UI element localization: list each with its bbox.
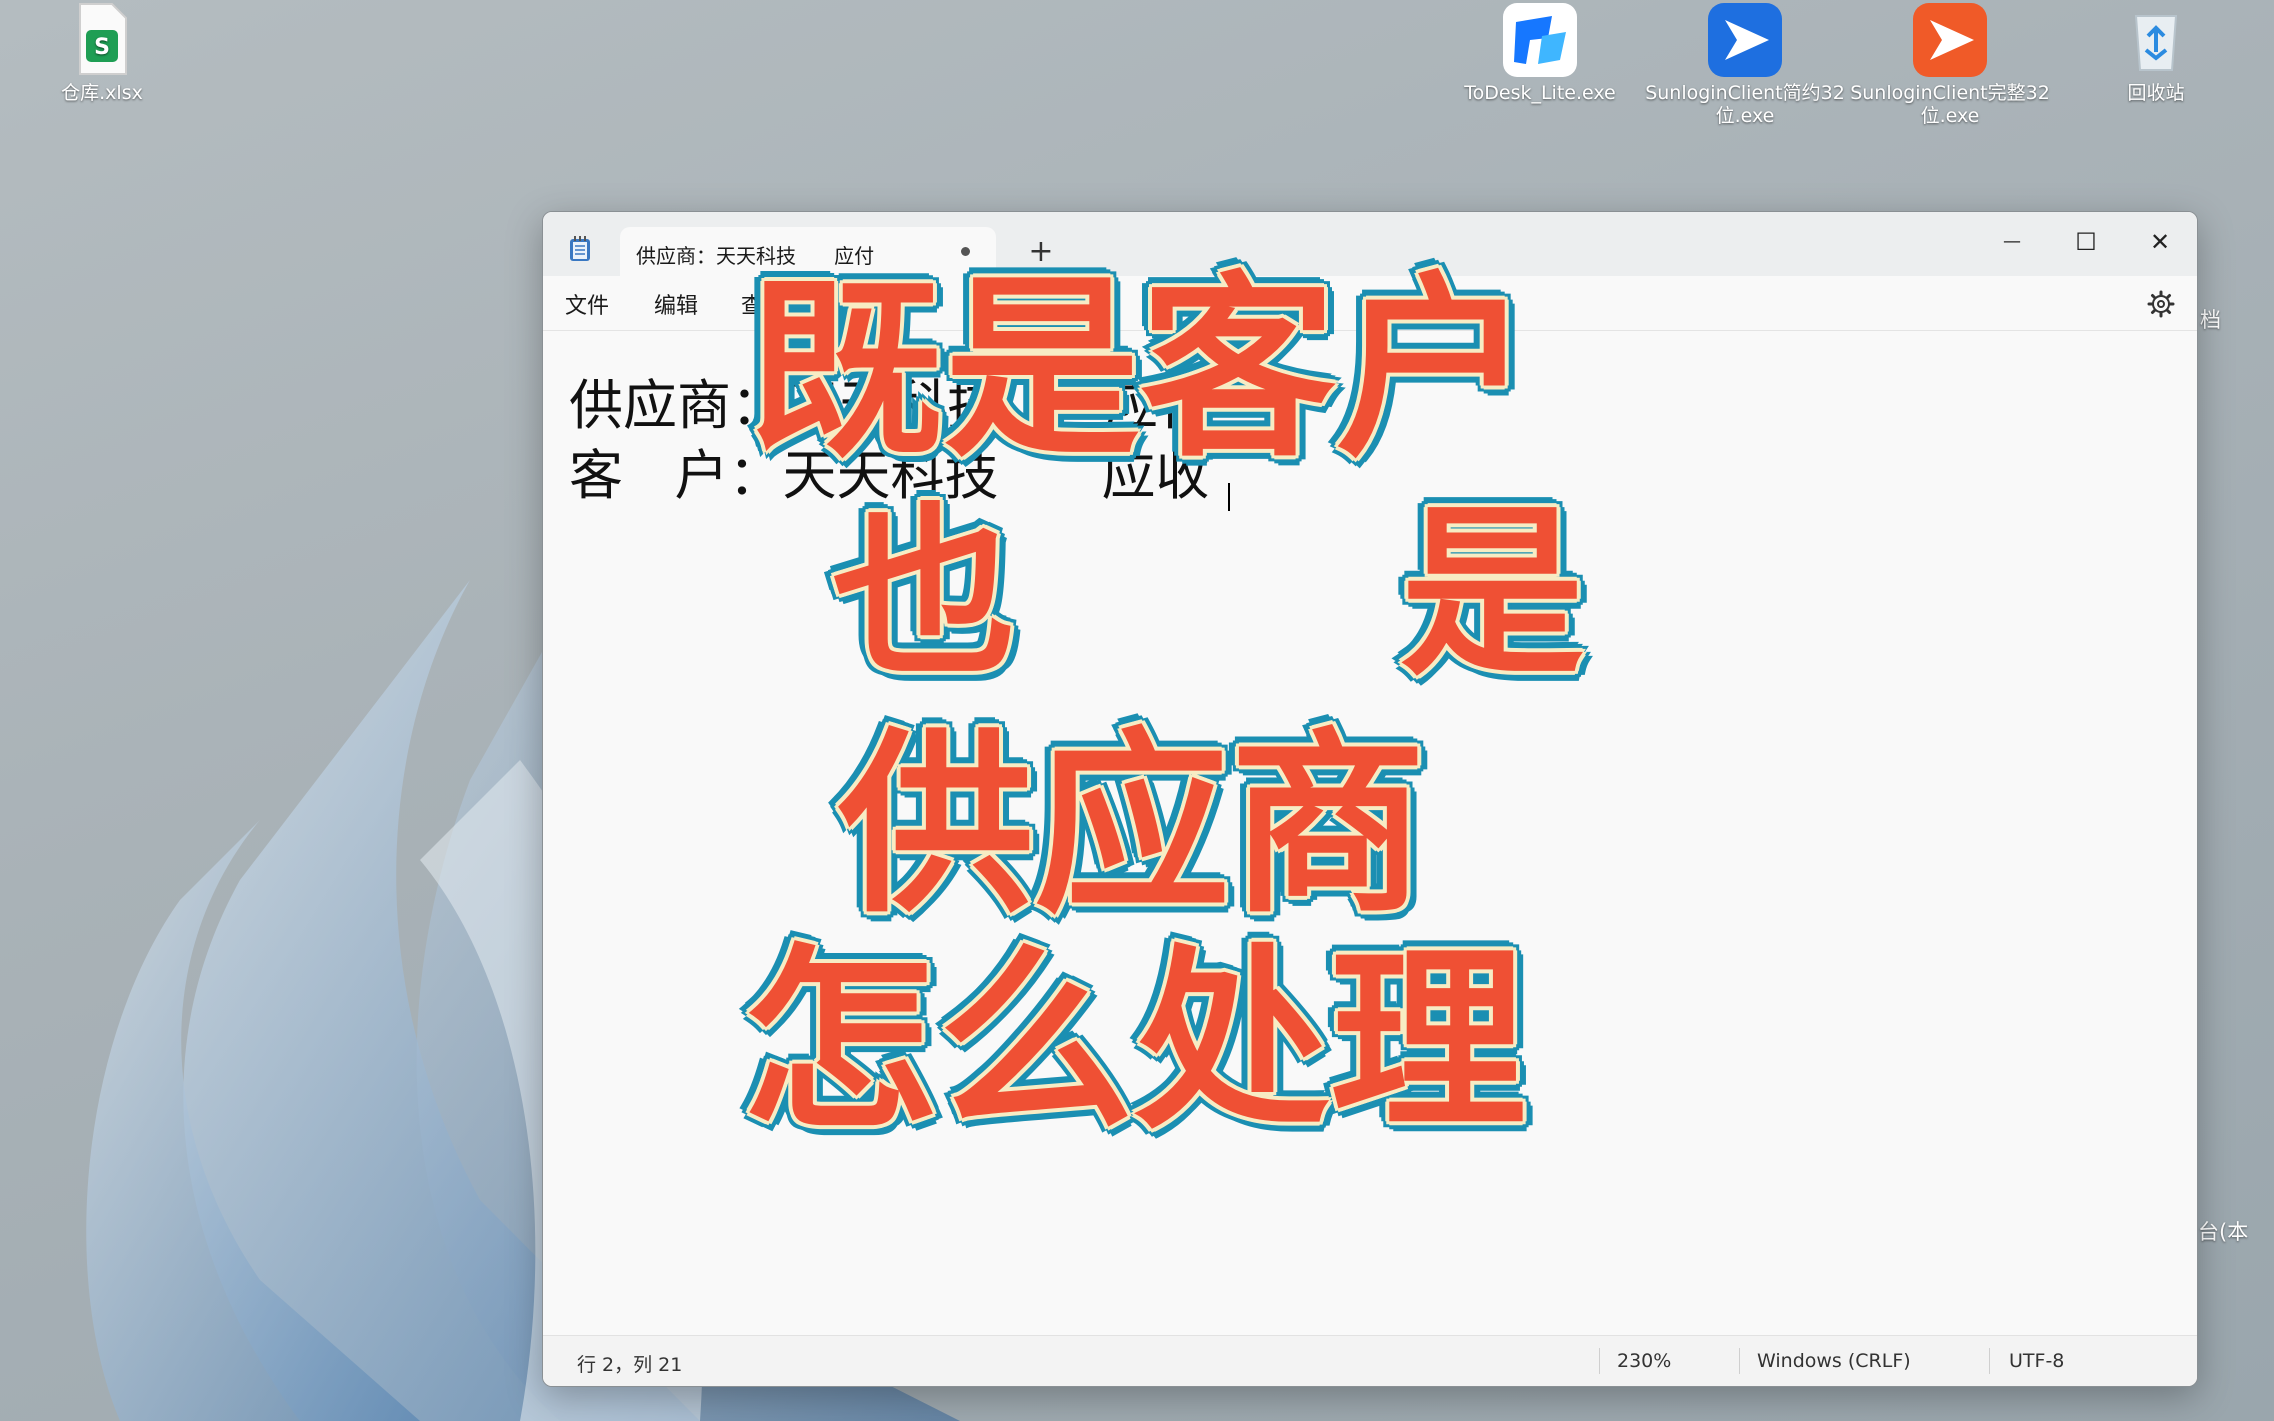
status-bar: 行 2，列 21 230% Windows (CRLF) UTF-8 bbox=[543, 1335, 2197, 1386]
minimize-button[interactable]: — bbox=[1977, 222, 2047, 262]
desktop-icon-label: SunloginClient完整32位.exe bbox=[1850, 82, 2050, 127]
content-line-1: 供应商：天天科技 应付 bbox=[569, 374, 1212, 437]
desktop-edge-label: 台(本 bbox=[2198, 1220, 2249, 1244]
menu-edit[interactable]: 编辑 bbox=[654, 288, 698, 320]
encoding[interactable]: UTF-8 bbox=[2009, 1350, 2064, 1372]
status-divider bbox=[1739, 1348, 1740, 1374]
menu-view[interactable]: 查看 bbox=[741, 288, 785, 320]
status-divider bbox=[1599, 1348, 1600, 1374]
sunlogin-blue-app-icon bbox=[1707, 2, 1783, 78]
desktop-icon-label: SunloginClient简约32位.exe bbox=[1645, 82, 1845, 127]
tab-document[interactable]: 供应商：天天科技 应付 bbox=[620, 227, 996, 276]
status-divider bbox=[1989, 1348, 1990, 1374]
svg-text:S: S bbox=[94, 35, 110, 60]
title-bar[interactable]: 供应商：天天科技 应付 + — ☐ ✕ bbox=[543, 212, 2197, 276]
desktop-edge-label: 档 bbox=[2200, 308, 2221, 332]
cursor-position: 行 2，列 21 bbox=[577, 1354, 683, 1376]
spreadsheet-file-icon: S bbox=[64, 2, 140, 78]
desktop-icon-label: 仓库.xlsx bbox=[61, 82, 143, 104]
desktop-icon-todesk[interactable]: ToDesk_Lite.exe bbox=[1440, 2, 1640, 105]
notepad-app-icon bbox=[569, 236, 591, 262]
maximize-button[interactable]: ☐ bbox=[2051, 222, 2121, 262]
zoom-level[interactable]: 230% bbox=[1617, 1350, 1671, 1372]
sunlogin-orange-app-icon bbox=[1912, 2, 1988, 78]
desktop-icon-label: 回收站 bbox=[2127, 82, 2185, 104]
desktop-icon-recycle-bin[interactable]: 回收站 bbox=[2056, 2, 2256, 105]
close-button[interactable]: ✕ bbox=[2125, 222, 2195, 262]
settings-gear-icon[interactable] bbox=[2147, 290, 2175, 318]
desktop-icon-warehouse-xlsx[interactable]: S 仓库.xlsx bbox=[2, 2, 202, 105]
tab-title: 供应商：天天科技 应付 bbox=[636, 244, 875, 268]
todesk-app-icon bbox=[1502, 2, 1578, 78]
desktop-icon-sunlogin-full[interactable]: SunloginClient完整32位.exe bbox=[1850, 2, 2050, 128]
menu-file[interactable]: 文件 bbox=[565, 288, 609, 320]
text-caret bbox=[1228, 483, 1230, 511]
desktop-icon-label: ToDesk_Lite.exe bbox=[1464, 82, 1616, 104]
unsaved-dot-icon[interactable] bbox=[961, 247, 970, 256]
desktop-icon-sunlogin-lite[interactable]: SunloginClient简约32位.exe bbox=[1645, 2, 1845, 128]
menu-bar: 文件 编辑 查看 bbox=[543, 276, 2197, 331]
content-line-2: 客 户：天天科技 应收 bbox=[569, 444, 1210, 507]
text-editor[interactable]: 供应商：天天科技 应付 客 户：天天科技 应收 bbox=[543, 331, 2197, 1336]
line-ending[interactable]: Windows (CRLF) bbox=[1757, 1350, 1911, 1372]
notepad-window[interactable]: 供应商：天天科技 应付 + — ☐ ✕ 文件 编辑 查看 供应商：天天科技 应付… bbox=[542, 211, 2198, 1387]
new-tab-button[interactable]: + bbox=[1023, 234, 1059, 270]
recycle-bin-icon bbox=[2118, 2, 2194, 78]
